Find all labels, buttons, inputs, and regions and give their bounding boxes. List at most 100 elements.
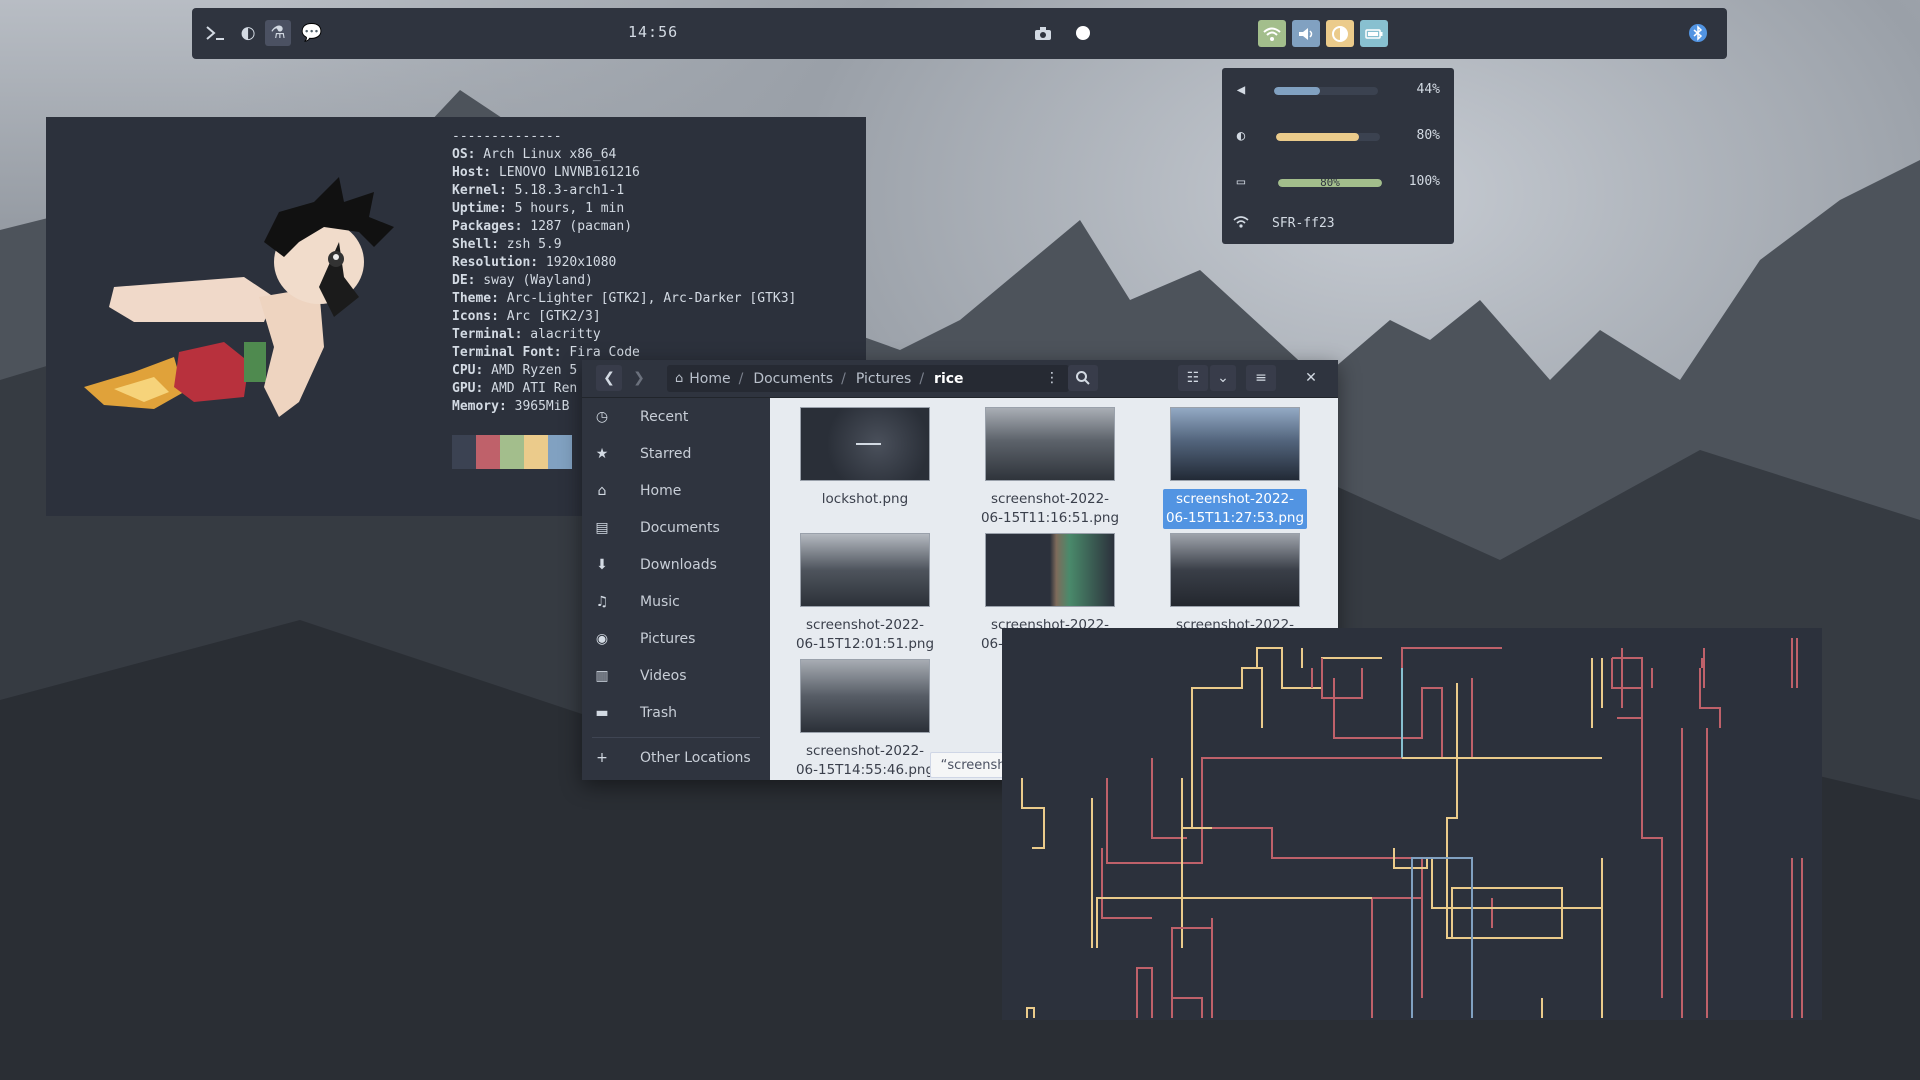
file-name-line: 06-15T11:16:51.png	[980, 510, 1120, 526]
clock-icon: ◷	[595, 409, 609, 425]
breadcrumb-separator: /	[919, 370, 925, 387]
brightness-icon[interactable]	[1326, 20, 1354, 47]
file-name-line: 06-15T12:01:51.png	[795, 636, 935, 652]
info-value: Arc [GTK2/3]	[498, 309, 601, 324]
network-row[interactable]: SFR-ff23	[1222, 210, 1454, 240]
file-name-line: screenshot-2022-	[805, 743, 925, 759]
file-item[interactable]: screenshot-2022- 06-15T11:16:51.png	[960, 407, 1140, 529]
header-bar: ❮ ❯ ⌂ Home / Documents / Pictures / rice…	[582, 360, 1338, 398]
volume-icon[interactable]	[1292, 20, 1320, 47]
file-name: screenshot-2022- 06-15T11:16:51.png	[978, 489, 1122, 529]
search-button[interactable]	[1068, 365, 1098, 391]
forward-button[interactable]: ❯	[626, 365, 652, 391]
file-name: screenshot-2022- 06-15T12:01:51.png	[793, 615, 937, 655]
file-item[interactable]: lockshot.png	[775, 407, 955, 510]
info-value: LENOVO LNVNB161216	[491, 165, 640, 180]
pipes-terminal[interactable]	[1002, 628, 1822, 1020]
info-row: Host: LENOVO LNVNB161216	[452, 164, 796, 182]
info-value: 1287 (pacman)	[522, 219, 633, 234]
breadcrumb-separator: /	[841, 370, 846, 387]
flask-icon[interactable]: ⚗	[265, 20, 291, 46]
info-key: Theme:	[452, 291, 499, 306]
info-divider: --------------	[452, 129, 562, 144]
info-key: Uptime:	[452, 201, 507, 216]
breadcrumb-pictures[interactable]: Pictures	[856, 371, 911, 387]
breadcrumb: ⌂ Home / Documents / Pictures / rice	[667, 365, 1069, 392]
home-icon: ⌂	[675, 371, 684, 386]
info-key: Icons:	[452, 309, 499, 324]
terminal-icon[interactable]	[202, 20, 228, 46]
sidebar-item-label: Home	[640, 483, 682, 499]
sidebar-item-videos[interactable]: ▥ Videos	[582, 659, 770, 693]
night-light-icon[interactable]: ◐	[235, 20, 261, 46]
close-button[interactable]: ✕	[1298, 365, 1324, 391]
file-item[interactable]: screenshot-2022- 06-15T14:55:46.png	[775, 659, 955, 781]
places-sidebar: ◷ Recent ★ Starred ⌂ Home ▤ Documents ⬇ Downloads…	[582, 398, 770, 780]
record-icon[interactable]	[1070, 20, 1096, 46]
info-key: Terminal Font:	[452, 345, 562, 360]
info-key: OS:	[452, 147, 476, 162]
info-value: Fira Code	[561, 345, 640, 360]
camera-icon[interactable]	[1030, 20, 1056, 46]
breadcrumb-separator: /	[738, 370, 744, 387]
view-options-button[interactable]: ⌄	[1210, 365, 1236, 391]
pipes-animation	[1021, 638, 1803, 1018]
info-value: AMD ATI Ren	[483, 381, 578, 396]
file-name: screenshot-2022- 06-15T14:55:46.png	[793, 741, 937, 781]
info-value: Arc-Lighter [GTK2], Arc-Darker [GTK3]	[498, 291, 797, 306]
sidebar-item-trash[interactable]: ▬ Trash	[582, 696, 770, 730]
brightness-slider[interactable]	[1276, 133, 1380, 141]
info-value: zsh 5.9	[498, 237, 562, 252]
trash-icon: ▬	[595, 705, 609, 721]
sidebar-item-recent[interactable]: ◷ Recent	[582, 400, 770, 434]
sidebar-item-home[interactable]: ⌂ Home	[582, 474, 770, 508]
chat-icon[interactable]: 💬	[299, 20, 325, 46]
home-icon: ⌂	[597, 483, 607, 499]
info-row: OS: Arch Linux x86_64	[452, 146, 796, 164]
file-name-line: screenshot-2022-	[805, 617, 925, 633]
view-list-button[interactable]: ☷	[1178, 365, 1208, 391]
info-value: 1920x1080	[538, 255, 617, 270]
color-swatch	[524, 435, 548, 469]
info-key: Memory:	[452, 399, 507, 414]
file-thumbnail	[1170, 533, 1300, 607]
path-menu-button[interactable]: ⋮	[1040, 365, 1064, 391]
info-key: GPU:	[452, 381, 484, 396]
file-item[interactable]: screenshot-2022- 06-15T11:27:53.png	[1145, 407, 1325, 529]
sidebar-item-pictures[interactable]: ◉ Pictures	[582, 622, 770, 656]
info-value: alacritty	[522, 327, 601, 342]
sidebar-item-label: Pictures	[640, 631, 696, 647]
info-row: Shell: zsh 5.9	[452, 236, 796, 254]
info-key: Resolution:	[452, 255, 539, 270]
file-thumbnail	[985, 407, 1115, 481]
sidebar-item-downloads[interactable]: ⬇ Downloads	[582, 548, 770, 582]
sidebar-item-documents[interactable]: ▤ Documents	[582, 511, 770, 545]
sidebar-item-label: Other Locations	[640, 750, 751, 766]
battery-bar: 80%	[1278, 179, 1382, 187]
astro-boy-pixel-art	[84, 177, 394, 417]
color-swatch	[476, 435, 500, 469]
back-button[interactable]: ❮	[596, 365, 622, 391]
bluetooth-icon[interactable]	[1685, 20, 1711, 46]
info-row: DE: sway (Wayland)	[452, 272, 796, 290]
sidebar-item-music[interactable]: ♫ Music	[582, 585, 770, 619]
main-menu-button[interactable]: ≡	[1246, 365, 1276, 391]
breadcrumb-home[interactable]: Home	[689, 371, 730, 387]
volume-row: ◀ 44%	[1222, 76, 1454, 106]
file-thumbnail	[985, 533, 1115, 607]
battery-row: ▭ 80% 100%	[1222, 168, 1454, 198]
file-name-line: screenshot-2022-	[1175, 491, 1295, 507]
file-item[interactable]: screenshot-2022- 06-15T12:01:51.png	[775, 533, 955, 655]
wifi-icon[interactable]	[1258, 20, 1286, 47]
sidebar-item-other-locations[interactable]: + Other Locations	[582, 741, 770, 775]
breadcrumb-rice[interactable]: rice	[934, 371, 964, 387]
file-thumbnail	[800, 533, 930, 607]
volume-slider[interactable]	[1274, 87, 1378, 95]
info-key: Host:	[452, 165, 492, 180]
download-icon: ⬇	[596, 557, 608, 573]
brightness-row: ◐ 80%	[1222, 122, 1454, 152]
clock[interactable]: 14:56	[628, 23, 678, 41]
sidebar-item-starred[interactable]: ★ Starred	[582, 437, 770, 471]
breadcrumb-documents[interactable]: Documents	[753, 371, 833, 387]
battery-icon[interactable]	[1360, 20, 1388, 47]
